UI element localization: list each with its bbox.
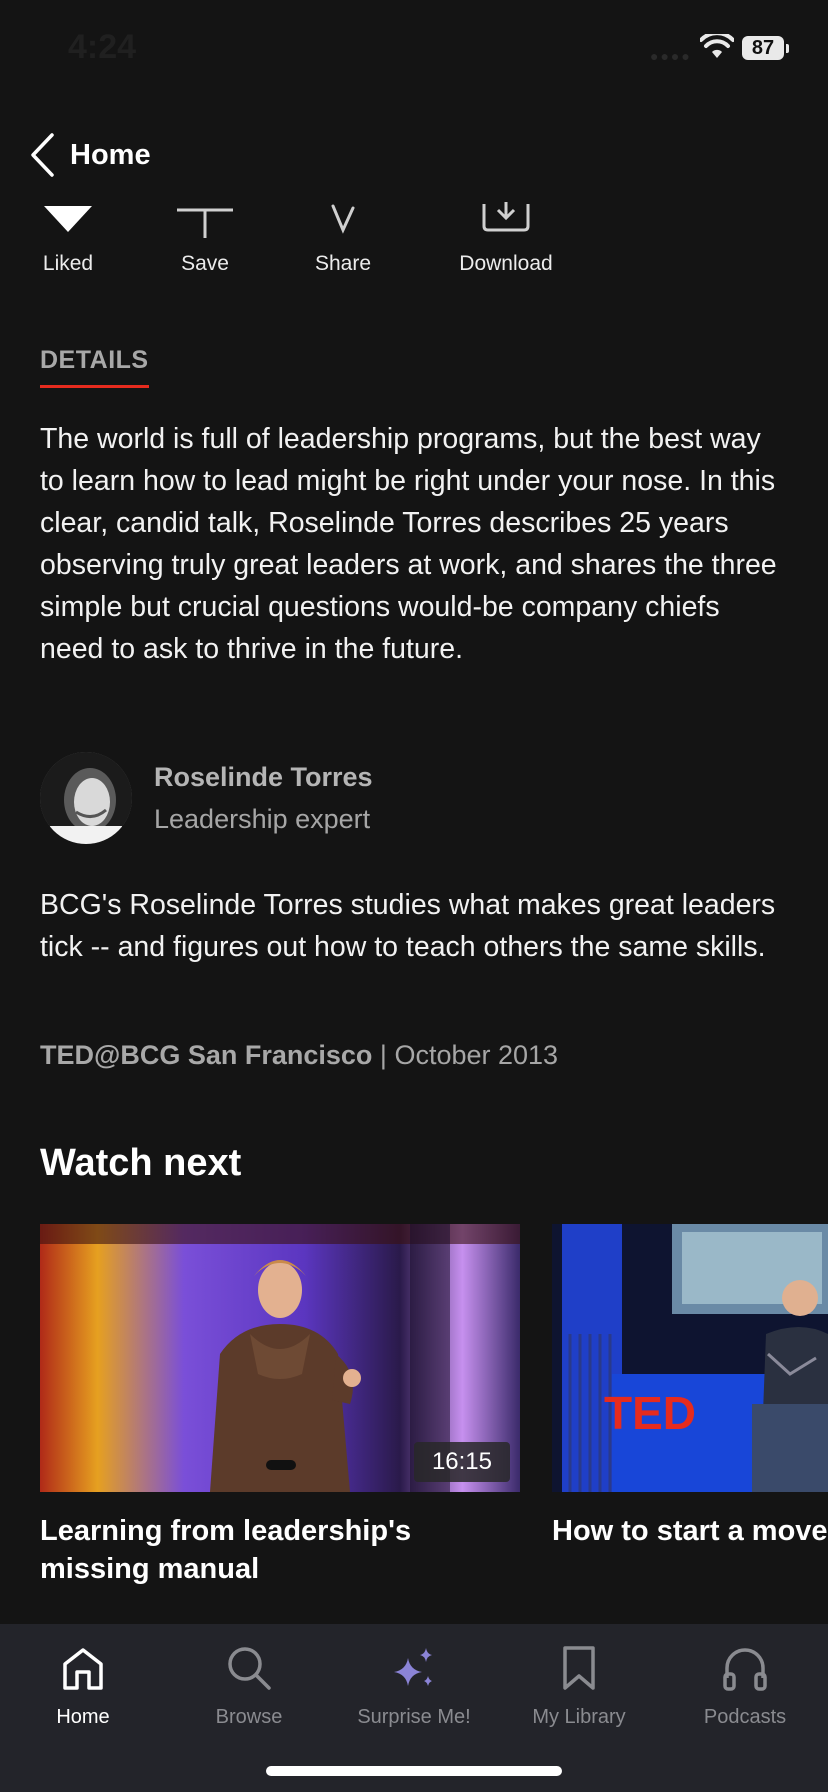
avatar [40, 752, 132, 844]
watch-next-card[interactable]: TED How to start a movement [552, 1224, 828, 1550]
chevron-left-icon [31, 133, 54, 177]
watch-next-card[interactable]: 16:15 Learning from leadership's missing… [40, 1224, 520, 1588]
liked-button[interactable]: Liked [32, 200, 104, 290]
tab-details[interactable]: DETAILS [40, 346, 149, 388]
duration-badge: 16:15 [413, 1442, 510, 1482]
ted-logo: TED [604, 1387, 696, 1439]
share-label: Share [314, 252, 372, 275]
tab-surprise[interactable]: Surprise Me! [331, 1642, 497, 1742]
tab-surprise-label: Surprise Me! [357, 1706, 471, 1728]
video-thumbnail: TED [552, 1224, 828, 1492]
event-separator: | [372, 1040, 395, 1070]
event-date: October 2013 [394, 1040, 559, 1070]
status-time: 4:24 [68, 28, 137, 66]
headphones-icon [723, 1648, 767, 1691]
speaker-title: Leadership expert [154, 804, 371, 834]
speaker-name: Roselinde Torres [154, 762, 373, 792]
tab-browse-label: Browse [215, 1706, 283, 1728]
tab-library[interactable]: My Library [496, 1642, 662, 1742]
sparkle-icon [394, 1648, 432, 1686]
card-title: How to start a movement [552, 1515, 828, 1547]
download-button[interactable]: Download [448, 200, 564, 290]
talk-description: The world is full of leadership programs… [40, 423, 777, 665]
signal-icon: ●●●● [650, 48, 692, 64]
liked-label: Liked [42, 252, 94, 275]
heart-icon [44, 206, 92, 232]
nav-bar: Home [0, 120, 828, 188]
bookmark-icon [563, 1646, 595, 1690]
download-icon [482, 202, 530, 232]
battery-indicator: 87 [742, 36, 789, 60]
tab-home-label: Home [56, 1706, 110, 1728]
back-label: Home [70, 138, 151, 171]
status-bar: 4:24 ●●●● 87 [0, 0, 828, 100]
watch-next-heading: Watch next [40, 1142, 242, 1184]
share-icon [331, 204, 355, 234]
home-indicator [266, 1766, 562, 1776]
wifi-icon [700, 34, 734, 58]
save-button[interactable]: Save [165, 200, 245, 290]
search-icon [228, 1647, 271, 1690]
download-label: Download [459, 252, 553, 275]
plus-icon [177, 208, 233, 238]
speaker-row[interactable]: Roselinde Torres Leadership expert [40, 752, 800, 846]
tab-home[interactable]: Home [0, 1642, 166, 1742]
tab-podcasts[interactable]: Podcasts [662, 1642, 828, 1742]
speaker-bio: BCG's Roselinde Torres studies what make… [40, 889, 776, 963]
save-label: Save [181, 252, 229, 275]
back-button[interactable]: Home [28, 128, 188, 182]
action-row: Liked Save Share Download [0, 200, 828, 290]
home-icon [63, 1648, 103, 1690]
share-button[interactable]: Share [300, 200, 386, 290]
event-info: TED@BCG San Francisco | October 2013 [40, 1040, 800, 1071]
tab-browse[interactable]: Browse [166, 1642, 332, 1742]
card-title: Learning from leadership's missing manua… [40, 1515, 412, 1585]
video-thumbnail: 16:15 [40, 1224, 520, 1492]
event-name: TED@BCG San Francisco [40, 1040, 373, 1070]
tab-library-label: My Library [532, 1706, 626, 1728]
tab-podcasts-label: Podcasts [703, 1706, 787, 1728]
